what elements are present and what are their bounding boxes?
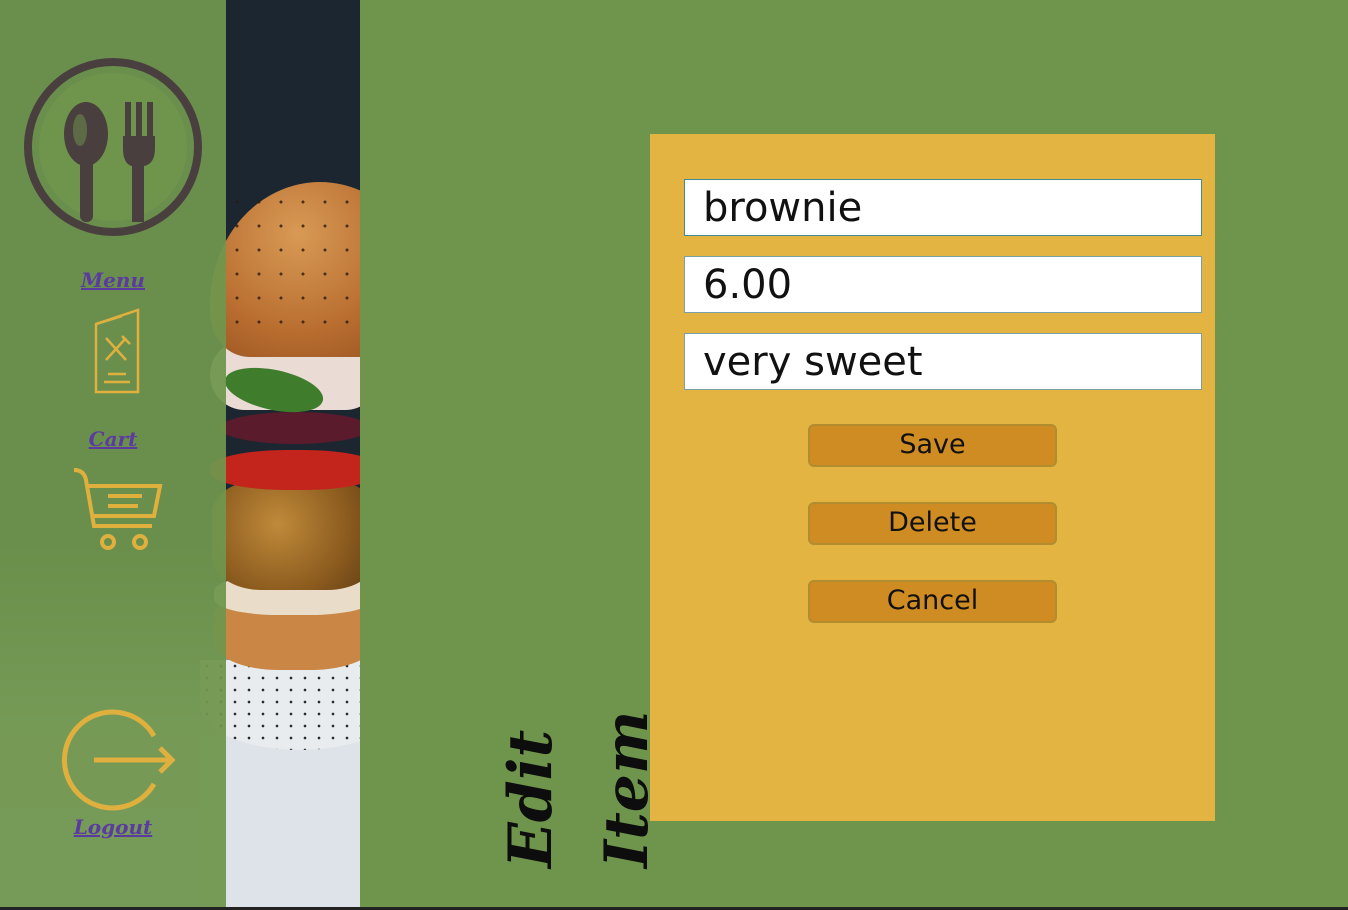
menu-icon[interactable] [92,306,142,396]
page-title-edit: Edit [496,729,566,868]
logout-link[interactable]: Logout [0,815,226,839]
cancel-button[interactable]: Cancel [808,580,1057,623]
cart-link[interactable]: Cart [0,427,226,451]
item-price-input[interactable] [684,256,1202,313]
cart-icon[interactable] [70,466,166,552]
restaurant-logo-icon [24,58,202,236]
item-description-input[interactable] [684,333,1202,390]
item-name-input[interactable] [684,179,1202,236]
sidebar: Menu Cart Logout [0,0,226,910]
logout-icon[interactable] [58,706,178,814]
menu-link[interactable]: Menu [0,268,226,292]
edit-item-panel: Save Delete Cancel [650,134,1215,821]
save-button[interactable]: Save [808,424,1057,467]
delete-button[interactable]: Delete [808,502,1057,545]
